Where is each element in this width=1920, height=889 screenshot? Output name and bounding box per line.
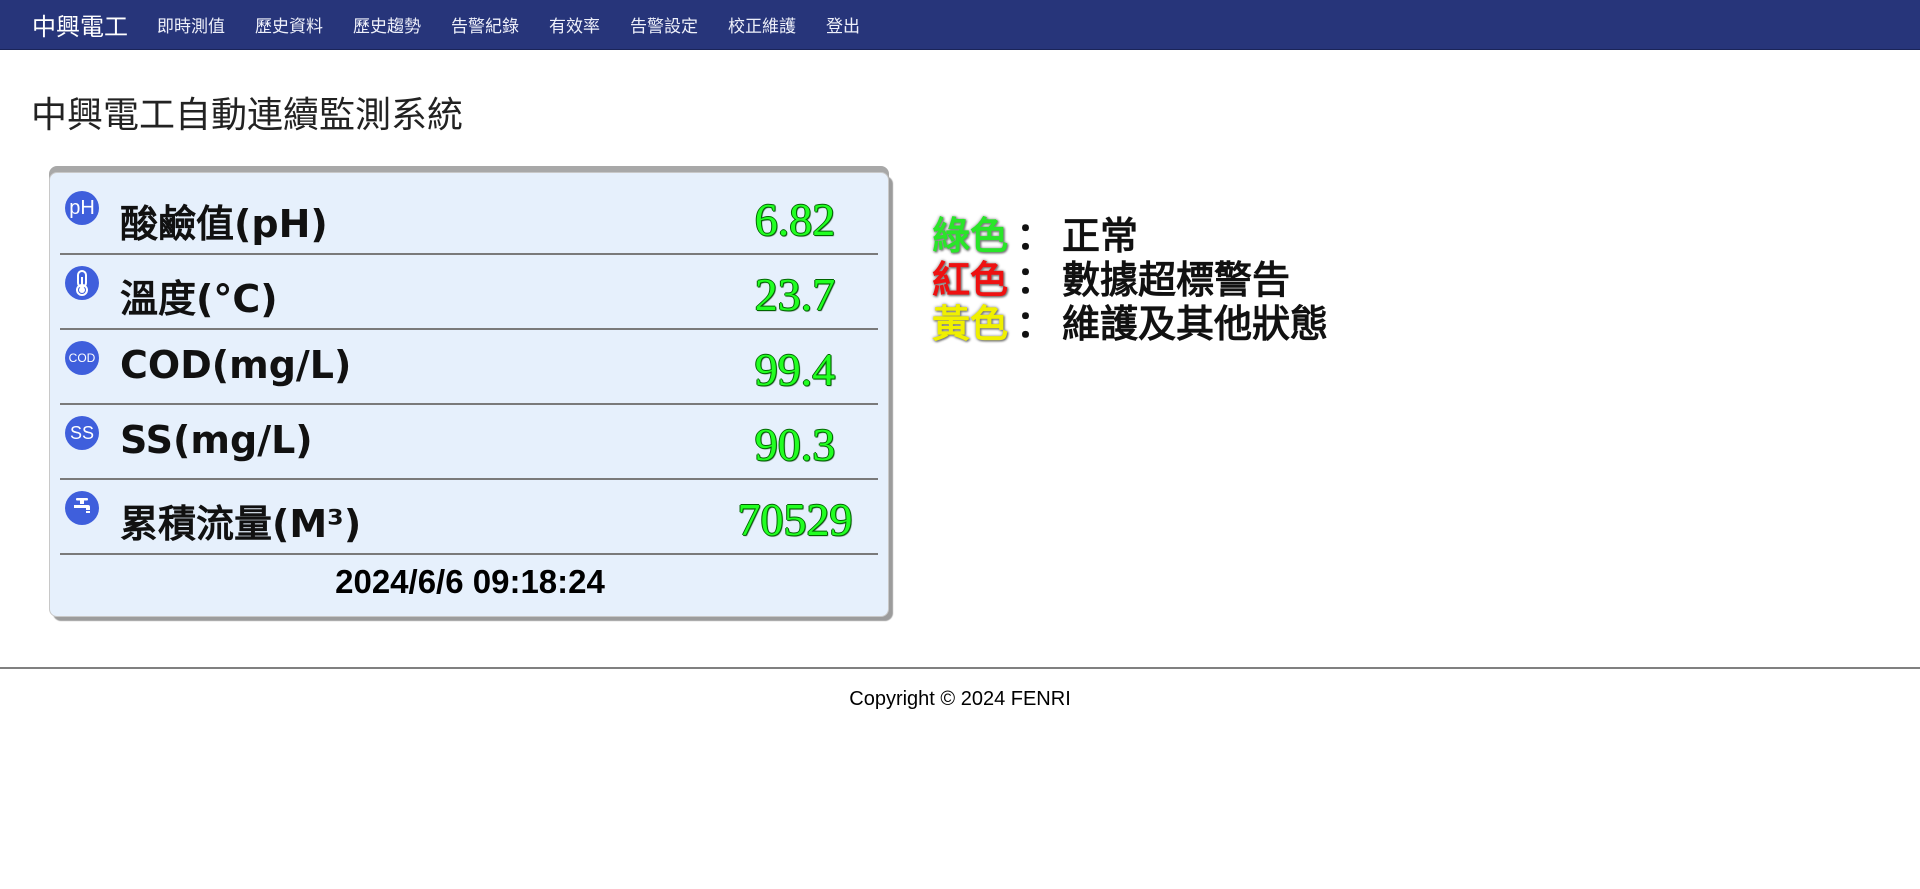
legend-item-green: 綠色：正常	[932, 214, 1328, 258]
nav-alarm-settings[interactable]: 告警設定	[630, 12, 698, 37]
measurement-row-flow: 累積流量(M³) 70529	[60, 479, 878, 555]
legend-separator: ：	[1016, 258, 1055, 302]
row-label: 酸鹼值(pH)	[120, 202, 328, 246]
footer-copyright: Copyright © 2024 FENRI	[849, 688, 1071, 710]
nav-calibration[interactable]: 校正維護	[728, 12, 796, 37]
thermometer-icon	[65, 266, 99, 300]
nav-alarm-records[interactable]: 告警紀錄	[451, 12, 519, 37]
measurement-row-ph: pH 酸鹼值(pH) 6.82	[60, 179, 878, 255]
row-label: 溫度(°C)	[120, 277, 278, 321]
row-label: COD(mg/L)	[120, 343, 352, 387]
legend-separator: ：	[1016, 214, 1055, 258]
page-title: 中興電工自動連續監測系統	[31, 95, 464, 136]
brand-link[interactable]: 中興電工	[32, 7, 128, 42]
measurement-timestamp: 2024/6/6 09:18:24	[335, 563, 605, 600]
legend-color-name: 黃色	[932, 302, 1009, 346]
row-value: 70529	[737, 494, 853, 545]
ph-icon: pH	[65, 191, 99, 225]
row-value: 23.7	[754, 269, 836, 320]
faucet-icon	[65, 491, 99, 525]
color-legend: 綠色：正常 紅色：數據超標警告 黃色：維護及其他狀態	[932, 214, 1328, 346]
row-value: 90.3	[754, 419, 836, 470]
measurement-panel: pH 酸鹼值(pH) 6.82 溫度(°C) 23.7 COD COD(mg/L…	[49, 172, 889, 617]
legend-description: 正常	[1062, 214, 1139, 258]
row-value: 99.4	[754, 344, 836, 395]
nav-history-data[interactable]: 歷史資料	[255, 12, 323, 37]
legend-color-name: 紅色	[932, 258, 1009, 302]
legend-description: 數據超標警告	[1062, 258, 1291, 302]
row-label: SS(mg/L)	[120, 418, 313, 462]
ss-icon: SS	[65, 416, 99, 450]
nav-realtime-values[interactable]: 即時測值	[157, 12, 225, 37]
cod-icon: COD	[65, 341, 99, 375]
legend-separator: ：	[1016, 302, 1055, 346]
measurement-row-cod: COD COD(mg/L) 99.4	[60, 329, 878, 405]
legend-description: 維護及其他狀態	[1062, 302, 1329, 346]
row-label: 累積流量(M³)	[120, 502, 362, 546]
measurement-row-ss: SS SS(mg/L) 90.3	[60, 404, 878, 480]
nav-logout[interactable]: 登出	[826, 12, 860, 37]
row-value: 6.82	[754, 194, 836, 245]
footer-divider	[0, 667, 1920, 669]
top-navbar: 中興電工 即時測值 歷史資料 歷史趨勢 告警紀錄 有效率 告警設定 校正維護 登…	[0, 0, 1920, 50]
legend-color-name: 綠色	[932, 214, 1009, 258]
legend-item-red: 紅色：數據超標警告	[932, 258, 1328, 302]
measurement-row-temperature: 溫度(°C) 23.7	[60, 254, 878, 330]
nav-efficiency[interactable]: 有效率	[549, 12, 600, 37]
legend-item-yellow: 黃色：維護及其他狀態	[932, 302, 1328, 346]
nav-history-trend[interactable]: 歷史趨勢	[353, 12, 421, 37]
